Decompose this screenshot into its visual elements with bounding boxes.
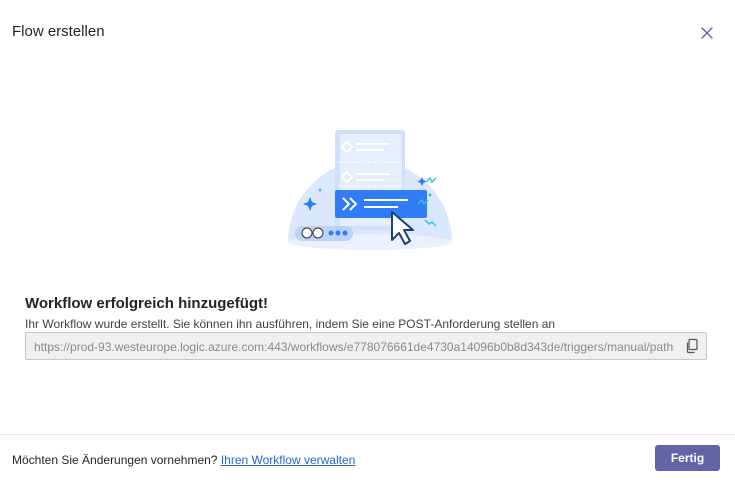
success-description: Ihr Workflow wurde erstellt. Sie können … <box>25 317 556 331</box>
trigger-url-text: https://prod-93.westeurope.logic.azure.c… <box>34 340 674 354</box>
manage-workflow-link[interactable]: Ihren Workflow verwalten <box>221 453 356 467</box>
close-button[interactable] <box>697 23 717 43</box>
create-flow-dialog: Flow erstellen Workflow erfolgreich hinz… <box>0 0 735 492</box>
footer-prompt-line: Möchten Sie Änderungen vornehmen? Ihren … <box>12 453 355 467</box>
done-button[interactable]: Fertig <box>655 445 720 471</box>
trigger-url-field[interactable]: https://prod-93.westeurope.logic.azure.c… <box>25 332 707 360</box>
copy-icon <box>686 338 698 354</box>
close-icon <box>701 27 713 39</box>
copy-url-button[interactable] <box>684 338 700 354</box>
dialog-title: Flow erstellen <box>12 23 105 40</box>
workflow-success-illustration <box>280 122 460 262</box>
footer-prompt: Möchten Sie Änderungen vornehmen? <box>12 453 218 467</box>
footer-divider <box>0 434 735 435</box>
success-heading: Workflow erfolgreich hinzugefügt! <box>25 295 269 312</box>
